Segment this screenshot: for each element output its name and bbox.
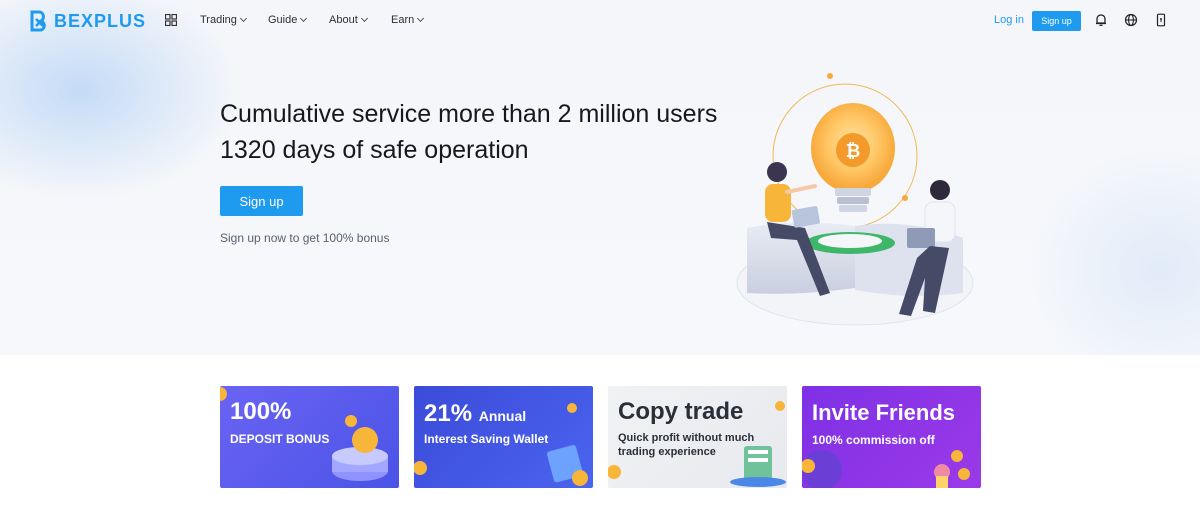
card-title: 100%	[230, 398, 292, 425]
bell-icon[interactable]	[1094, 13, 1108, 27]
menu-label: Guide	[268, 14, 298, 26]
menu-guide[interactable]: Guide	[268, 14, 308, 26]
card-title-value: 21%	[424, 400, 473, 427]
headline-line-1: Cumulative service more than 2 million u…	[220, 100, 718, 128]
mobile-app-icon[interactable]	[1154, 13, 1168, 27]
chevron-down-icon	[417, 14, 425, 22]
menu-trading[interactable]: Trading	[200, 14, 247, 26]
promo-card-invite-friends[interactable]: Invite Friends 100% commission off	[802, 386, 981, 488]
card-subtitle-line-1: Quick profit without much	[618, 432, 755, 444]
menu-label: About	[329, 14, 358, 26]
logo-text: BEXPLUS	[54, 10, 147, 31]
bexplus-logo-icon	[30, 10, 46, 32]
apps-grid-icon[interactable]	[165, 14, 177, 26]
card-title: Invite Friends	[812, 400, 956, 425]
card-subtitle-line-2: trading experience	[618, 446, 716, 458]
svg-text:₿: ₿	[846, 141, 861, 161]
menu-about[interactable]: About	[329, 14, 368, 26]
promo-card-copy-trade[interactable]: Copy trade Quick profit without much tra…	[608, 386, 787, 488]
top-nav: BEXPLUS Trading Guide About Earn Log in …	[0, 0, 1200, 42]
chevron-down-icon	[360, 14, 368, 22]
card-title-suffix: Annual	[478, 408, 527, 424]
hero-illustration: ₿	[736, 73, 974, 326]
bonus-note: Sign up now to get 100% bonus	[220, 231, 390, 245]
menu-label: Earn	[391, 14, 415, 26]
hero-signup-button[interactable]: Sign up	[220, 186, 303, 216]
menu-earn[interactable]: Earn	[391, 14, 425, 26]
promo-card-deposit-bonus[interactable]: 100% DEPOSIT BONUS	[220, 386, 399, 488]
menu-label: Trading	[200, 14, 237, 26]
card-subtitle: DEPOSIT BONUS	[230, 432, 330, 446]
headline-line-2: 1320 days of safe operation	[220, 136, 529, 164]
chevron-down-icon	[300, 14, 308, 22]
login-link[interactable]: Log in	[994, 14, 1024, 26]
promo-card-saving-wallet[interactable]: 21% Annual Interest Saving Wallet	[414, 386, 593, 488]
chevron-down-icon	[239, 14, 247, 22]
card-subtitle: 100% commission off	[812, 433, 935, 447]
hero-headline: Cumulative service more than 2 million u…	[220, 96, 717, 168]
card-subtitle: Interest Saving Wallet	[424, 432, 549, 446]
card-title: Copy trade	[618, 398, 744, 425]
hero-section: BEXPLUS Trading Guide About Earn Log in …	[0, 0, 1200, 355]
card-title: 21% Annual	[424, 400, 526, 428]
hero-glow	[1030, 150, 1200, 355]
logo[interactable]: BEXPLUS	[29, 10, 146, 32]
signup-button[interactable]: Sign up	[1032, 11, 1081, 31]
globe-icon[interactable]	[1124, 13, 1138, 27]
